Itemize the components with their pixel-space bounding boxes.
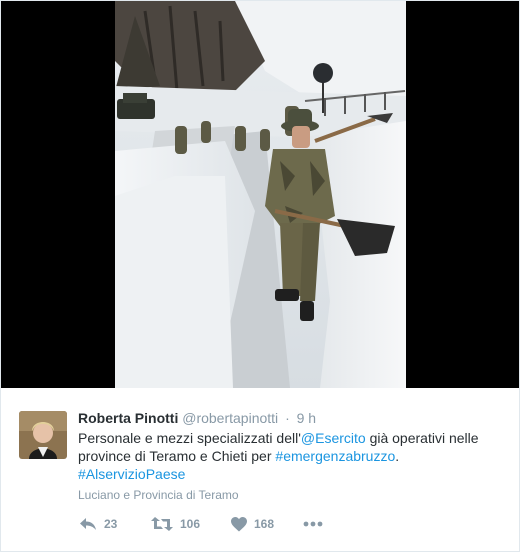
mention-link[interactable]: @Esercito [301, 430, 366, 446]
tweet-text: Personale e mezzi specializzati dell'@Es… [78, 429, 507, 483]
snow-soldiers-photo [115, 1, 406, 388]
heart-icon [231, 516, 247, 532]
author-handle[interactable]: @robertapinotti [182, 410, 278, 426]
reply-icon [79, 516, 97, 532]
more-icon [303, 521, 323, 527]
header-separator: · [285, 410, 290, 426]
tweet-text-part: . [395, 448, 400, 464]
reply-button[interactable]: 23 [79, 516, 151, 532]
like-button[interactable]: 168 [231, 516, 303, 532]
tweet-header: Roberta Pinotti @robertapinotti · 9 h [78, 409, 507, 427]
hashtag-link[interactable]: #emergenzabruzzo [275, 448, 395, 464]
tweet-content: Roberta Pinotti @robertapinotti · 9 h Pe… [78, 409, 507, 503]
tweet-card: Roberta Pinotti @robertapinotti · 9 h Pe… [0, 0, 520, 552]
retweet-icon [151, 516, 173, 532]
retweet-count: 106 [180, 517, 201, 531]
tweet-actions: 23 106 168 [79, 514, 323, 534]
tweet-location[interactable]: Luciano e Provincia di Teramo [78, 487, 507, 503]
reply-count: 23 [104, 517, 118, 531]
tweet-timestamp[interactable]: 9 h [297, 410, 316, 426]
more-button[interactable] [303, 521, 323, 527]
tweet-text-part: Personale e mezzi specializzati dell' [78, 430, 301, 446]
hashtag-link[interactable]: #AlservizioPaese [78, 466, 185, 482]
author-name[interactable]: Roberta Pinotti [78, 410, 178, 426]
retweet-button[interactable]: 106 [151, 516, 231, 532]
tweet-media[interactable] [1, 1, 519, 388]
like-count: 168 [254, 517, 275, 531]
author-avatar[interactable] [19, 411, 67, 459]
